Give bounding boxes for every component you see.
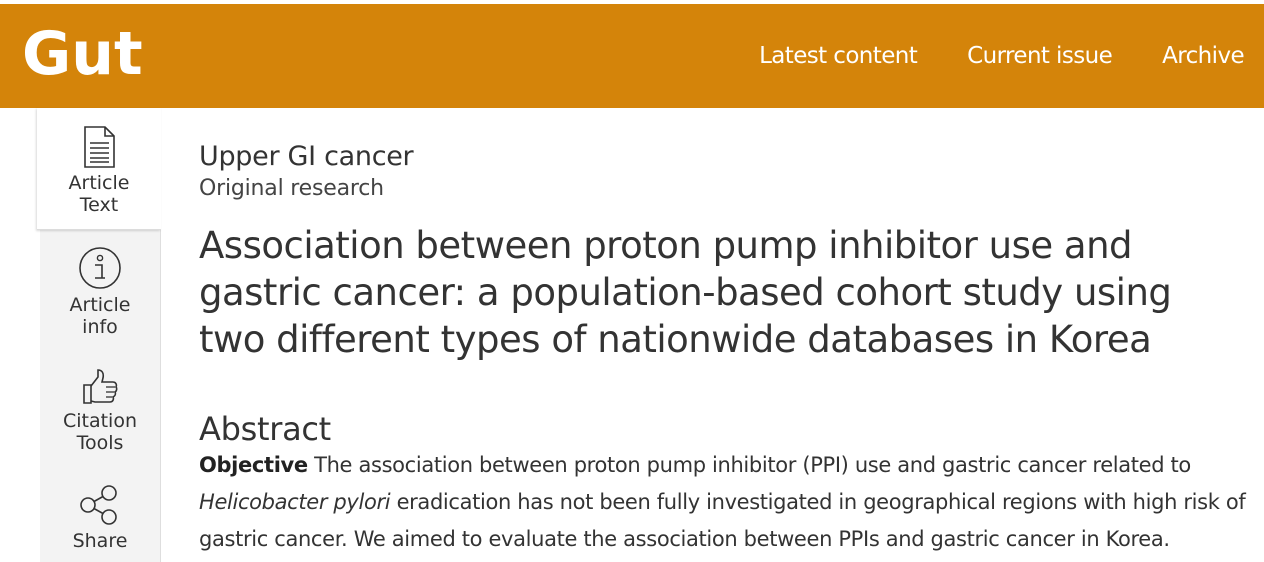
abstract-italic-term: Helicobacter pylori [199,490,391,514]
thumbs-up-icon [83,369,118,404]
sidebar-item-article-info[interactable]: Article info [40,246,160,338]
abstract-text: The association between proton pump inhi… [307,453,1191,477]
nav-archive[interactable]: Archive [1162,43,1244,69]
abstract-paragraph: Objective The association between proton… [199,447,1259,558]
sidebar-item-share[interactable]: Share [40,484,160,552]
sidebar-item-label: Text [79,194,119,216]
site-header: Gut Latest content Current issue Archive [0,4,1264,108]
info-icon [79,247,121,289]
main-nav: Latest content Current issue Archive [709,4,1245,108]
article-tools-sidebar: Article Text Article info Citation Tools [37,108,161,562]
sidebar-item-label: Article [68,172,130,194]
sidebar-item-label: info [82,316,118,338]
abstract-heading: Abstract [199,410,331,448]
share-icon [80,485,117,525]
sidebar-item-label: Citation [62,410,138,432]
article-type: Original research [199,176,384,201]
document-icon [84,126,115,168]
nav-latest-content[interactable]: Latest content [759,43,918,69]
sidebar-item-label: Tools [76,432,124,454]
article-section[interactable]: Upper GI cancer [199,140,1259,174]
nav-current-issue[interactable]: Current issue [967,43,1113,69]
journal-logo[interactable]: Gut [22,16,143,92]
abstract-objective-label: Objective [199,453,308,477]
article-title: Association between proton pump inhibito… [199,224,1172,361]
article-main: Upper GI cancer Original research Associ… [199,140,1259,558]
sidebar-item-citation-tools[interactable]: Citation Tools [40,368,160,454]
sidebar-item-article-text[interactable]: Article Text [37,108,161,230]
sidebar-item-label: Share [72,530,128,552]
sidebar-item-label: Article [69,294,131,316]
